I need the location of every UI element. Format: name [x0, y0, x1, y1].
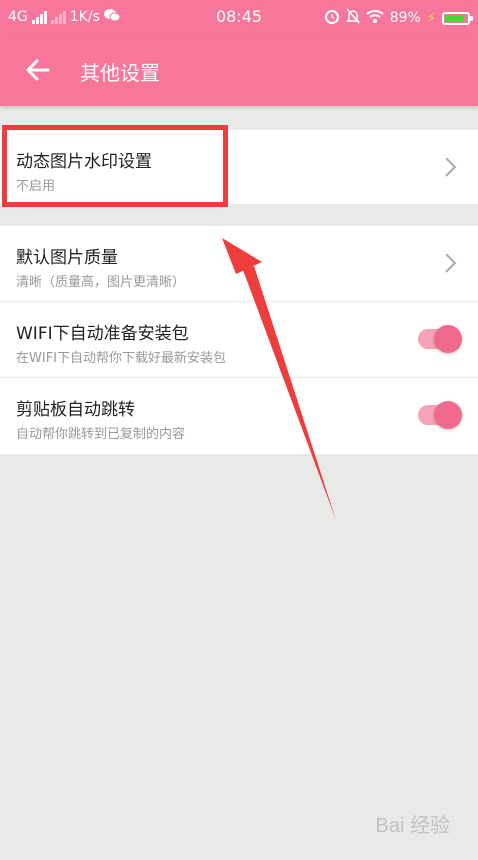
chevron-right-icon: [444, 252, 458, 274]
wifi-download-setting-row: WIFI下自动准备安装包 在WIFI下自动帮你下载好最新安装包: [0, 302, 478, 378]
battery-percent: 89%: [389, 10, 421, 26]
setting-subtitle: 清晰（质量高，图片更清晰）: [16, 275, 186, 290]
annotation-highlight-box: [2, 125, 228, 207]
setting-title: 剪贴板自动跳转: [16, 400, 135, 420]
page-title: 其他设置: [80, 61, 160, 85]
alarm-icon: [324, 8, 340, 28]
status-right: 89% ⚡: [324, 8, 473, 28]
wifi-download-toggle[interactable]: [418, 325, 462, 353]
clipboard-jump-setting-row: 剪贴板自动跳转 自动帮你跳转到已复制的内容: [0, 378, 478, 453]
setting-subtitle: 在WIFI下自动帮你下载好最新安装包: [16, 351, 226, 366]
mute-icon: [345, 8, 360, 28]
battery-icon: [442, 11, 473, 25]
quality-setting-row[interactable]: 默认图片质量 清晰（质量高，图片更清晰）: [0, 226, 478, 302]
chevron-right-icon: [444, 156, 458, 178]
back-arrow-icon[interactable]: [22, 54, 54, 86]
settings-group-general: 默认图片质量 清晰（质量高，图片更清晰） WIFI下自动准备安装包 在WIFI下…: [0, 226, 478, 454]
wifi-icon: [366, 9, 384, 27]
toggle-knob: [434, 325, 462, 353]
toggle-knob: [434, 401, 462, 429]
setting-subtitle: 自动帮你跳转到已复制的内容: [16, 427, 186, 442]
charging-icon: ⚡: [426, 10, 436, 26]
status-bar: 4G 1K/s 08:45 89% ⚡: [0, 0, 478, 36]
app-bar: 其他设置: [0, 36, 478, 106]
setting-title: 默认图片质量: [16, 248, 118, 268]
clipboard-jump-toggle[interactable]: [418, 401, 462, 429]
setting-title: WIFI下自动准备安装包: [16, 324, 189, 344]
baidu-jingyan-watermark: Bai 经验: [375, 815, 450, 837]
